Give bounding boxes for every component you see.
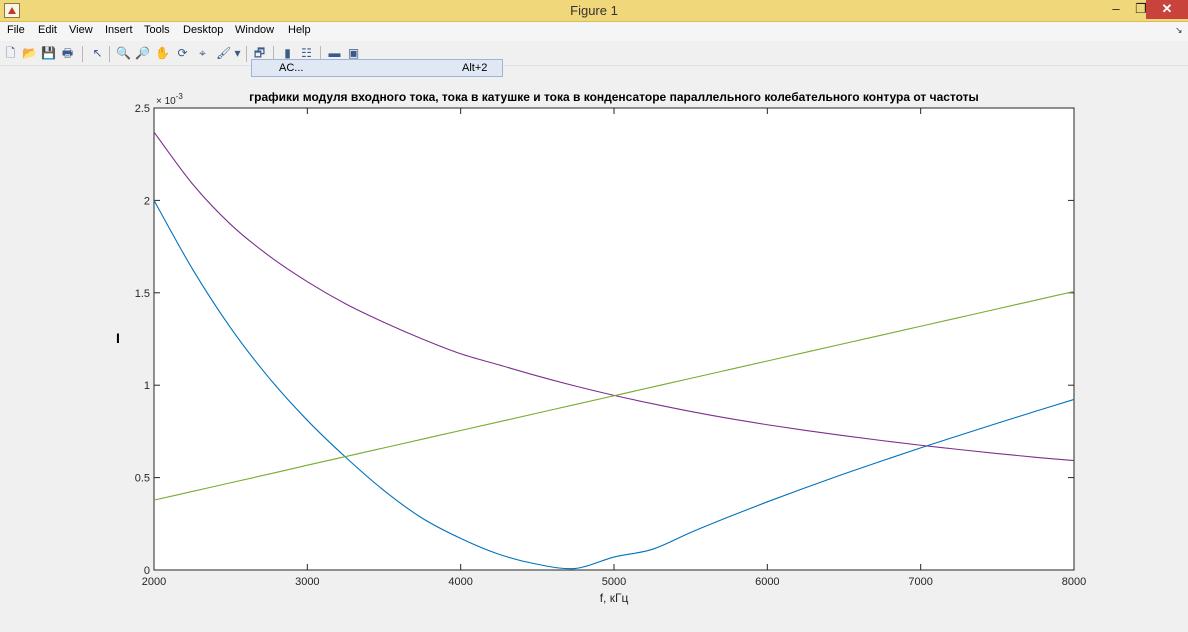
plot-area bbox=[153, 107, 1075, 571]
y-tick-label: 0 bbox=[144, 565, 150, 577]
x-tick-label: 3000 bbox=[295, 576, 319, 588]
y-exponent-label: × 10-3 bbox=[156, 92, 183, 107]
x-tick-label: 6000 bbox=[755, 576, 779, 588]
x-tick-label: 7000 bbox=[908, 576, 932, 588]
x-tick-label: 2000 bbox=[142, 576, 166, 588]
x-tick-label: 4000 bbox=[448, 576, 472, 588]
chart-title: графики модуля входного тока, тока в кат… bbox=[249, 90, 979, 104]
y-axis-label: I bbox=[116, 330, 120, 346]
y-tick-label: 1 bbox=[144, 380, 150, 392]
y-tick-label: 0.5 bbox=[135, 473, 150, 485]
figure-plot[interactable]: 2000 3000 4000 5000 6000 7000 8000 0 0.5 1 1.5 2 2.5… bbox=[0, 0, 1188, 632]
x-tick-label: 8000 bbox=[1062, 576, 1086, 588]
y-tick-label: 2.5 bbox=[135, 103, 150, 115]
y-tick-label: 1.5 bbox=[135, 288, 150, 300]
x-tick-label: 5000 bbox=[602, 576, 626, 588]
y-tick-label: 2 bbox=[144, 195, 150, 207]
x-axis-label: f, кГц bbox=[600, 591, 629, 605]
